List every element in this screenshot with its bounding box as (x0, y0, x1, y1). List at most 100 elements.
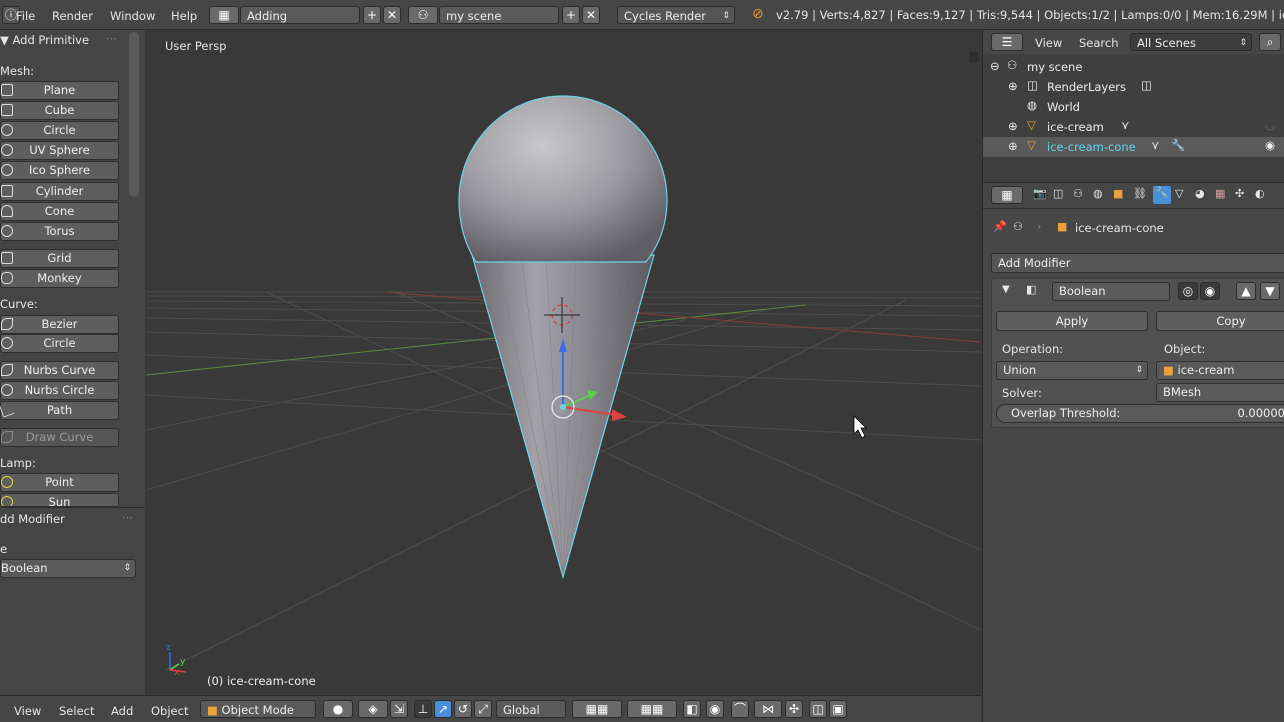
scale-icon[interactable]: ⤢ (474, 700, 492, 718)
screen-layout-field[interactable]: Adding (240, 6, 360, 24)
modifiers-tab-icon[interactable]: 🔧 (1153, 186, 1171, 204)
data-tab-icon[interactable]: ▽ (1175, 187, 1183, 200)
opengl-anim-icon[interactable]: ▣ (829, 700, 847, 718)
operator-panel-title[interactable]: dd Modifier (0, 512, 65, 526)
layers-2-icon[interactable]: ▦▦ (627, 700, 677, 718)
outliner-row-ice-cream[interactable]: ⊕ ▽ ice-cream ⋎ ◡ (983, 117, 1284, 137)
modifier-name-field[interactable]: Boolean (1052, 282, 1170, 301)
outliner-menu-search[interactable]: Search (1079, 36, 1119, 50)
menu-window[interactable]: Window (110, 9, 155, 23)
add-point-lamp-button[interactable]: Point (0, 473, 119, 492)
properties-editor-icon[interactable]: ▦ (991, 186, 1023, 204)
menu-help[interactable]: Help (171, 9, 197, 23)
panel-drag-grip-icon[interactable]: ⋯ (106, 32, 117, 45)
texture-tab-icon[interactable]: ▦ (1215, 187, 1225, 200)
pivot-point-icon[interactable]: ◈ (358, 700, 388, 718)
outliner-search-icon[interactable]: ⌕ (1259, 33, 1281, 51)
translate-icon[interactable]: ↗ (434, 700, 452, 718)
outliner-row-scene[interactable]: ⊖ ⚇ my scene (983, 57, 1284, 77)
expand-icon[interactable]: ⊕ (1008, 139, 1018, 153)
menu-file[interactable]: File (16, 9, 35, 23)
move-down-icon[interactable]: ▼ (1260, 282, 1280, 300)
layers-icon[interactable]: ▦▦ (572, 700, 622, 718)
scene-tab-icon[interactable]: ⚇ (1073, 187, 1083, 200)
mode-select[interactable]: ■ Object Mode (200, 700, 316, 718)
3d-viewport[interactable]: z y x (146, 30, 981, 695)
snap-icon[interactable]: ⋈ (754, 700, 782, 718)
outliner-row-renderlayers[interactable]: ⊕ ◫ RenderLayers ◫ (983, 77, 1284, 97)
visibility-eye-icon[interactable]: ◉ (1265, 138, 1275, 152)
menu-select[interactable]: Select (59, 704, 94, 718)
ice-cream-sphere-mesh[interactable] (458, 95, 668, 263)
expand-icon[interactable]: ⊕ (1008, 119, 1018, 133)
add-plane-button[interactable]: Plane (0, 81, 119, 100)
add-nurbs-curve-button[interactable]: Nurbs Curve (0, 361, 119, 380)
constraints-tab-icon[interactable]: ⛓ (1133, 187, 1147, 200)
menu-object[interactable]: Object (151, 704, 188, 718)
add-nurbs-circle-button[interactable]: Nurbs Circle (0, 381, 119, 400)
render-layers-tab-icon[interactable]: ◫ (1053, 187, 1063, 200)
overlap-threshold-field[interactable]: Overlap Threshold: 0.00000 (996, 404, 1284, 423)
add-cube-button[interactable]: Cube (0, 101, 119, 120)
collapse-triangle-icon[interactable]: ▼ (1002, 284, 1010, 295)
add-uv-sphere-button[interactable]: UV Sphere (0, 141, 119, 160)
object-select[interactable]: ■ ice-cream (1156, 361, 1284, 380)
outliner-row-ice-cream-cone[interactable]: ⊕ ▽ ice-cream-cone ⋎ 🔧 ◉ (983, 137, 1284, 157)
opengl-render-icon[interactable]: ◫ (809, 700, 827, 718)
scene-field[interactable]: my scene (439, 6, 559, 24)
menu-view[interactable]: View (14, 704, 41, 718)
visibility-icon[interactable]: ◡ (1265, 118, 1275, 132)
object-tab-icon[interactable]: ■ (1113, 187, 1123, 200)
add-primitive-header[interactable]: ▼ Add Primitive (0, 33, 89, 47)
remove-screen-icon[interactable]: ✕ (383, 6, 401, 24)
viewport-toggle-icon[interactable]: ◉ (1200, 282, 1220, 300)
falloff-icon[interactable]: ⌒ (731, 700, 749, 718)
operator-drag-grip-icon[interactable]: ⋯ (122, 511, 133, 524)
operator-type-select[interactable]: Boolean ⇕ (0, 559, 136, 578)
menu-add[interactable]: Add (111, 704, 133, 718)
viewport-shading-icon[interactable]: ● (323, 700, 353, 718)
proportional-edit-icon[interactable]: ◉ (706, 700, 724, 718)
collapse-icon[interactable]: ⊖ (990, 59, 1000, 73)
manipulator-toggle-icon[interactable]: ⇲ (390, 700, 408, 718)
operation-select[interactable]: Union ⇕ (996, 361, 1148, 380)
render-layer-icon[interactable]: ◧ (683, 700, 701, 718)
remove-scene-icon[interactable]: ✕ (582, 6, 600, 24)
material-tab-icon[interactable]: ◕ (1195, 187, 1205, 200)
add-bezier-button[interactable]: Bezier (0, 315, 119, 334)
rotate-icon[interactable]: ↺ (454, 700, 472, 718)
outliner-menu-view[interactable]: View (1035, 36, 1062, 50)
particles-tab-icon[interactable]: ✣ (1235, 187, 1244, 200)
apply-button[interactable]: Apply (996, 311, 1148, 331)
draw-curve-button[interactable]: Draw Curve (0, 428, 119, 447)
render-engine-select[interactable]: Cycles Render ⇕ (617, 6, 735, 24)
copy-button[interactable]: Copy (1156, 311, 1284, 331)
orientation-select[interactable]: Global (496, 700, 566, 718)
move-up-icon[interactable]: ▲ (1236, 282, 1256, 300)
screen-layout-icon[interactable]: ▦ (209, 6, 239, 24)
add-cylinder-button[interactable]: Cylinder (0, 182, 119, 201)
shelf-scrollbar[interactable] (129, 32, 139, 197)
ice-cream-cone-mesh[interactable] (471, 254, 655, 580)
add-curve-circle-button[interactable]: Circle (0, 334, 119, 353)
add-path-button[interactable]: Path (0, 401, 119, 420)
outliner-editor-icon[interactable]: ☰ (991, 33, 1023, 51)
add-circle-button[interactable]: Circle (0, 121, 119, 140)
render-toggle-icon[interactable]: ◎ (1178, 282, 1198, 300)
physics-tab-icon[interactable]: ◐ (1255, 187, 1265, 200)
expand-icon[interactable]: ⊕ (1008, 79, 1018, 93)
solver-select[interactable]: BMesh (1156, 383, 1284, 402)
add-modifier-button[interactable]: Add Modifier (991, 253, 1284, 273)
add-cone-button[interactable]: Cone (0, 202, 119, 221)
add-monkey-button[interactable]: Monkey (0, 269, 119, 288)
add-torus-button[interactable]: Torus (0, 222, 119, 241)
snap-target-icon[interactable]: ✣ (785, 700, 803, 718)
pin-icon[interactable]: 📌 (993, 220, 1007, 233)
add-sun-lamp-button[interactable]: Sun (0, 493, 119, 507)
outliner-filter-select[interactable]: All Scenes ⇕ (1130, 33, 1252, 51)
scene-icon[interactable]: ⚇ (408, 6, 438, 24)
menu-render[interactable]: Render (52, 9, 93, 23)
add-grid-button[interactable]: Grid (0, 249, 119, 268)
render-tab-icon[interactable]: 📷 (1033, 187, 1047, 200)
world-tab-icon[interactable]: ◍ (1093, 187, 1103, 200)
